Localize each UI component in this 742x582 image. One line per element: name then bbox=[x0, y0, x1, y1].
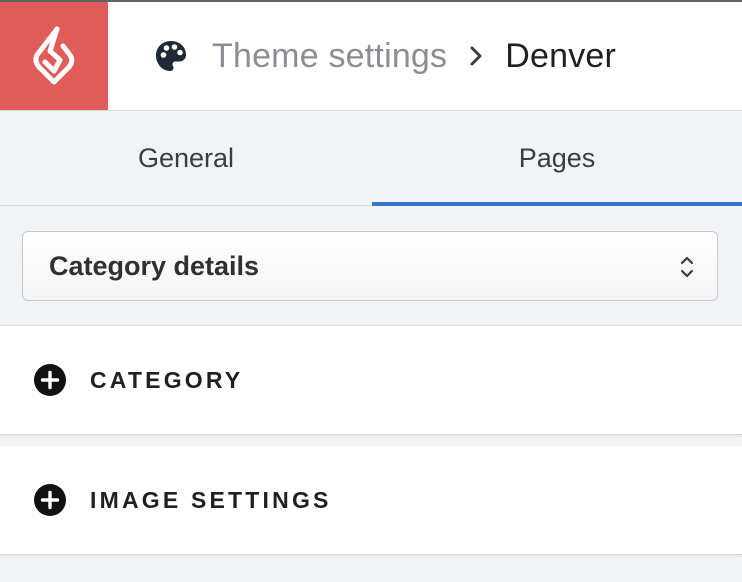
breadcrumb-current: Denver bbox=[505, 36, 617, 75]
breadcrumb: Theme settings Denver bbox=[154, 2, 616, 110]
section-title: CATEGORY bbox=[90, 366, 244, 393]
section-category[interactable]: CATEGORY bbox=[0, 326, 742, 435]
lightspeed-flame-icon bbox=[30, 25, 78, 87]
palette-icon bbox=[154, 39, 188, 73]
logo[interactable] bbox=[0, 2, 108, 110]
tab-pages[interactable]: Pages bbox=[372, 111, 742, 206]
section-image-settings[interactable]: IMAGE SETTINGS bbox=[0, 446, 742, 555]
tab-bar: General Pages bbox=[0, 111, 742, 206]
chevron-right-icon bbox=[447, 39, 505, 73]
select-arrows-icon bbox=[677, 251, 697, 283]
plus-circle-icon bbox=[34, 364, 66, 396]
page-type-select-value: Category details bbox=[49, 250, 260, 281]
breadcrumb-parent-link[interactable]: Theme settings bbox=[212, 37, 447, 76]
plus-circle-icon bbox=[34, 484, 66, 516]
section-title: IMAGE SETTINGS bbox=[90, 486, 332, 513]
page-type-select[interactable]: Category details bbox=[22, 231, 718, 301]
header-bar: Theme settings Denver bbox=[0, 2, 742, 111]
tab-general[interactable]: General bbox=[0, 111, 372, 205]
